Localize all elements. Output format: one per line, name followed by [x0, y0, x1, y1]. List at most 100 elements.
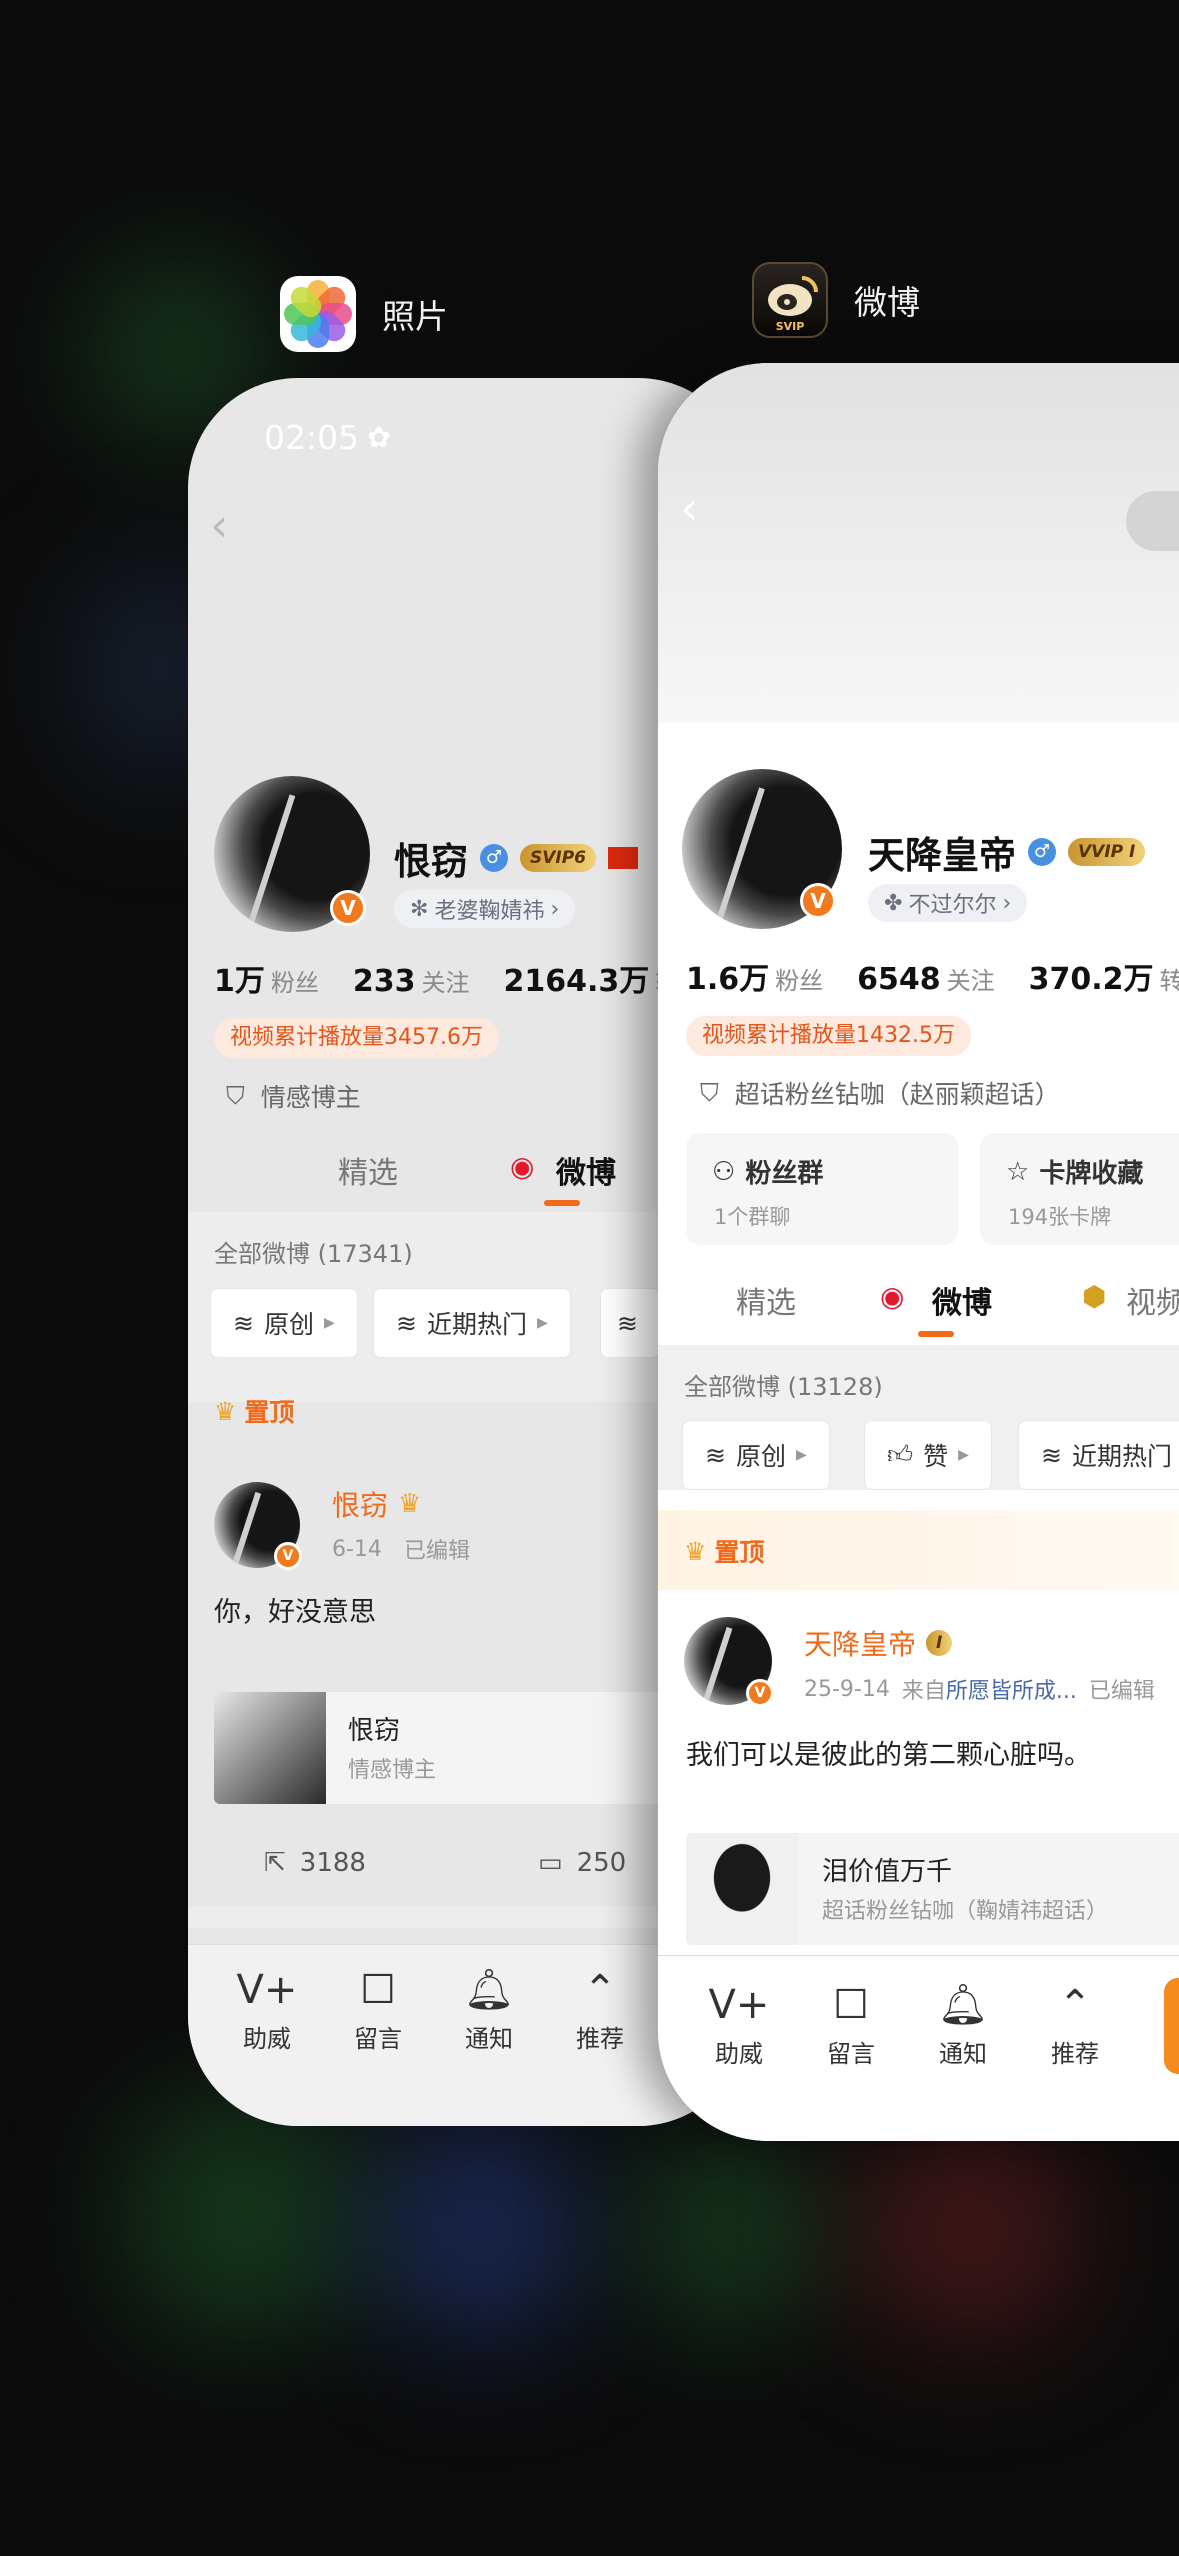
stat-fans-value[interactable]: 1万 — [214, 964, 265, 999]
photos-app-name: 照片 — [382, 297, 448, 336]
post-author[interactable]: 恨窃 — [332, 1484, 388, 1524]
card-collection-card[interactable]: ☆ 卡牌收藏 194张卡牌 — [980, 1133, 1179, 1245]
nav-message-label: 留言 — [354, 2025, 402, 2053]
post-source[interactable]: 所愿皆所成... — [946, 1673, 1077, 1705]
filter-recent-hot[interactable]: ≋ 近期热门 — [1018, 1420, 1179, 1490]
shield-icon: ⛉ — [226, 1081, 245, 1110]
nav-message-label: 留言 — [827, 2040, 875, 2068]
filter-like[interactable]: 👍︎ 赞 ▶ — [864, 1420, 992, 1490]
follow-button[interactable] — [1164, 1978, 1179, 2074]
shared-card[interactable]: 泪价值万千 超话粉丝钻咖（鞠婧祎超话） — [686, 1833, 1179, 1945]
profile-name-row: 天降皇帝 ♂ VVIP I — [868, 825, 1146, 879]
profile-name: 天降皇帝 — [868, 834, 1016, 877]
chevron-up-circle-icon: ⌃ — [1058, 1982, 1092, 2028]
nav-message[interactable]: ☐ 留言 — [333, 1967, 423, 2054]
shared-title: 恨窃 — [348, 1716, 401, 1746]
tab-video[interactable]: 视频 — [1126, 1278, 1179, 1322]
weibo-logo-icon: ◉ — [880, 1280, 905, 1313]
layers-icon: ≋ — [1041, 1440, 1062, 1470]
repost-count: 3188 — [299, 1848, 366, 1878]
filter-recent-hot-label: 近期热门 — [426, 1310, 527, 1339]
nav-cheer[interactable]: V+ 助威 — [222, 1967, 312, 2054]
video-plays-tag[interactable]: 视频累计播放量1432.5万 — [686, 1016, 971, 1056]
thumb-up-icon: 👍︎ — [887, 1440, 914, 1469]
chevron-right-icon: › — [1002, 890, 1012, 916]
stat-follow-value[interactable]: 6548 — [857, 962, 941, 997]
identity-row[interactable]: ⛉ 情感博主 — [226, 1078, 361, 1114]
nav-message[interactable]: ☐ 留言 — [806, 1982, 896, 2069]
shared-title: 泪价值万千 — [822, 1857, 953, 1887]
fan-group-sub: 1个群聊 — [714, 1205, 791, 1229]
male-icon: ♂ — [480, 844, 508, 872]
video-plays-tag[interactable]: 视频累计播放量3457.6万 — [214, 1018, 499, 1058]
nav-notify[interactable]: 🔔︎ 通知 — [444, 1967, 534, 2054]
tab-weibo[interactable]: 微博 — [932, 1278, 992, 1322]
profile-name-row: 恨窃 ♂ SVIP6 — [394, 831, 639, 885]
all-posts-count: 全部微博 (17341) — [214, 1240, 413, 1268]
nav-notify[interactable]: 🔔︎ 通知 — [918, 1982, 1008, 2069]
caret-right-icon: ▶ — [536, 1315, 548, 1331]
relation-pill-text: 老婆鞠婧祎 — [434, 899, 545, 924]
caret-right-icon: ▶ — [958, 1447, 969, 1463]
crown-badge-icon: ♛ — [398, 1489, 422, 1519]
pinned-label: 置顶 — [244, 1398, 295, 1427]
filter-original[interactable]: ≋ 原创 ▶ — [210, 1288, 358, 1358]
header-gradient — [658, 363, 1179, 723]
background-blur-red — [860, 2120, 1080, 2340]
post-text[interactable]: 我们可以是彼此的第二颗心脏吗。 — [686, 1733, 1091, 1772]
fan-group-title: 粉丝群 — [745, 1159, 824, 1189]
shared-subtitle: 超话粉丝钻咖（鞠婧祎超话） — [822, 1899, 1109, 1924]
nav-recommend-label: 推荐 — [1051, 2040, 1099, 2068]
filter-recent-hot[interactable]: ≋ 近期热门 ▶ — [373, 1288, 571, 1358]
relation-pill[interactable]: ✻ 老婆鞠婧祎 › — [394, 890, 576, 928]
tab-featured[interactable]: 精选 — [338, 1148, 398, 1192]
weibo-app-label[interactable]: SVIP 微博 — [752, 262, 920, 338]
back-chevron-icon[interactable]: ‹ — [210, 498, 228, 552]
post-text[interactable]: 你，好没意思 — [214, 1590, 376, 1629]
app-card-weibo[interactable]: ‹ V 天降皇帝 ♂ VVIP I ✤ 不过尔尔 › 1.6万 粉丝 6548 关注 3… — [658, 363, 1179, 2141]
chevron-right-icon: › — [550, 896, 560, 922]
bell-plus-icon: 🔔︎ — [937, 1982, 989, 2028]
nav-recommend[interactable]: ⌃ 推荐 — [555, 1967, 645, 2054]
post-author[interactable]: 天降皇帝 — [804, 1623, 916, 1663]
caret-right-icon: ▶ — [795, 1447, 807, 1463]
photos-app-label[interactable]: 照片 — [280, 276, 448, 352]
back-chevron-icon[interactable]: ‹ — [680, 481, 698, 535]
fan-group-card[interactable]: ⚇ 粉丝群 1个群聊 — [686, 1133, 958, 1245]
stat-follow-value[interactable]: 233 — [353, 964, 416, 999]
pinned-header: ♛ 置顶 — [684, 1533, 764, 1569]
male-icon: ♂ — [1028, 838, 1056, 866]
profile-stats: 1.6万 粉丝 6548 关注 370.2万转 — [686, 954, 1179, 998]
people-icon: ⚇ — [712, 1156, 736, 1187]
pinned-header: ♛ 置顶 — [214, 1393, 294, 1429]
identity-text: 情感博主 — [260, 1083, 361, 1112]
weibo-svip-text: SVIP — [775, 320, 805, 333]
more-options-icon[interactable] — [1126, 491, 1179, 551]
filter-original[interactable]: ≋ 原创 ▶ — [682, 1420, 830, 1490]
stat-fans-value[interactable]: 1.6万 — [686, 962, 769, 997]
identity-row[interactable]: ⛉ 超话粉丝钻咖（赵丽颖超话） — [700, 1075, 1060, 1111]
bell-plus-icon: 🔔︎ — [463, 1967, 515, 2013]
filter-more[interactable]: ≋ — [600, 1288, 660, 1358]
status-bar: 02:05 ✿ — [264, 418, 391, 457]
background-blur-green-right — [640, 2130, 820, 2330]
vip-badge[interactable]: SVIP6 — [520, 844, 597, 872]
nav-recommend[interactable]: ⌃ 推荐 — [1030, 1982, 1120, 2069]
comment-button[interactable]: ▭ 250 — [538, 1848, 626, 1878]
tab-weibo[interactable]: 微博 — [556, 1148, 616, 1192]
vip-badge[interactable]: VVIP I — [1068, 838, 1146, 866]
china-flag-icon — [608, 847, 639, 869]
tab-featured[interactable]: 精选 — [736, 1278, 796, 1322]
stat-repost-value[interactable]: 2164.3万 — [504, 964, 650, 999]
repost-button[interactable]: ⇱ 3188 — [264, 1848, 366, 1878]
v-plus-icon: V+ — [236, 1967, 298, 2013]
layers-icon: ≋ — [396, 1308, 417, 1338]
filter-original-label: 原创 — [263, 1310, 314, 1339]
relation-pill[interactable]: ✤ 不过尔尔 › — [868, 884, 1028, 922]
post-verified-icon: V — [746, 1679, 774, 1707]
stat-repost-value[interactable]: 370.2万 — [1029, 962, 1154, 997]
comment-count: 250 — [576, 1848, 627, 1878]
nav-cheer[interactable]: V+ 助威 — [694, 1982, 784, 2069]
stat-follow-label: 关注 — [946, 967, 995, 995]
post-date: 6-14 — [332, 1536, 382, 1562]
